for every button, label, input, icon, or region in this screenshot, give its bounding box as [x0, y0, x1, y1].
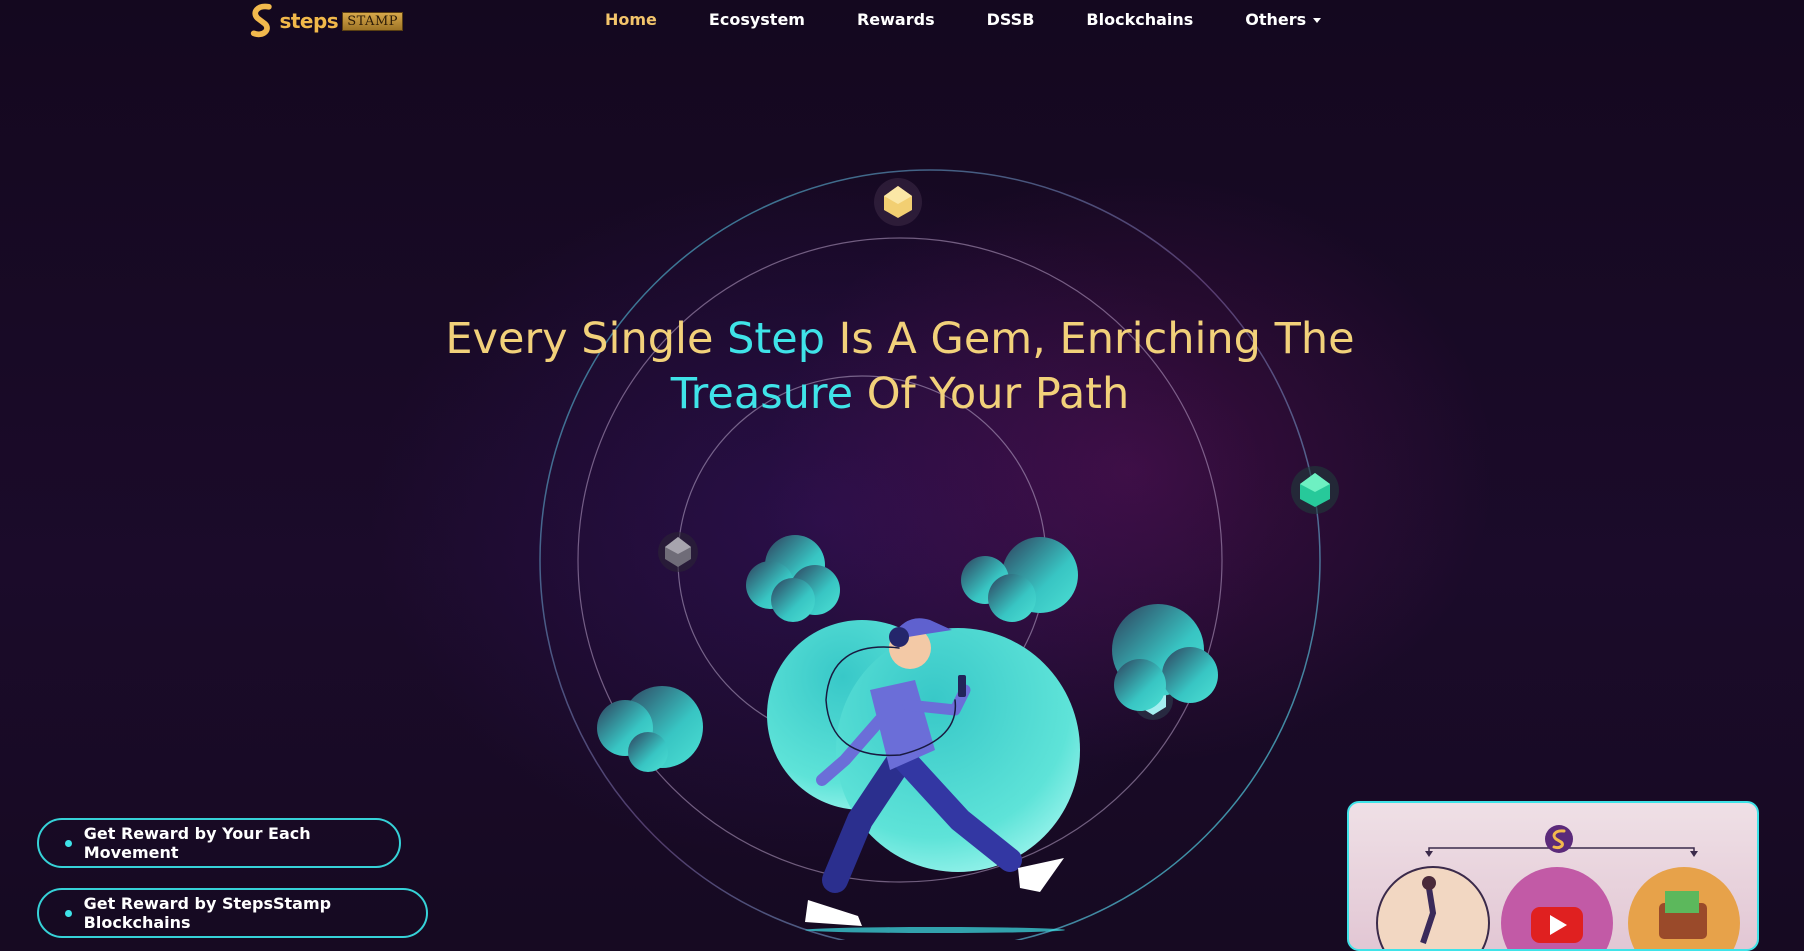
cloud-shape [597, 686, 703, 772]
nav-item-others-label: Others [1245, 10, 1307, 29]
brand-logo[interactable]: steps STAMP [248, 2, 403, 40]
gem-grey-icon [658, 532, 698, 572]
chevron-down-icon [1313, 18, 1322, 23]
brand-stamp: STAMP [342, 11, 403, 31]
cloud-shape [1112, 604, 1218, 711]
hero-illustration [539, 169, 1339, 940]
bullet-dot-icon [65, 839, 72, 847]
nav-item-ecosystem[interactable]: Ecosystem [709, 10, 805, 29]
hero-highlight-treasure: Treasure [670, 369, 854, 419]
nav-item-blockchains[interactable]: Blockchains [1086, 10, 1193, 29]
pill-label: Get Reward by StepsStamp Blockchains [83, 894, 332, 932]
teal-blob [836, 628, 1080, 872]
hero-text: Every Single [445, 314, 728, 364]
hero-headline-line1: Every Single Step Is A Gem, Enriching Th… [340, 312, 1460, 367]
cloud-shape [961, 537, 1078, 622]
hero-highlight-step: Step [727, 314, 826, 364]
hero-text: Of Your Path [853, 369, 1130, 419]
hero-headline-line2: Treasure Of Your Path [340, 367, 1460, 422]
main-menu: Home Ecosystem Rewards DSSB Blockchains … [580, 10, 1373, 29]
steps-logo-icon [250, 3, 272, 38]
nav-item-home[interactable]: Home [605, 10, 657, 29]
reward-movement-pill[interactable]: Get Reward by Your Each Movement [37, 818, 401, 868]
promo-video-thumbnail [1376, 825, 1740, 949]
brand-name: steps [279, 9, 339, 33]
bullet-dot-icon [65, 909, 72, 917]
pill-label: Get Reward by Your Each Movement [83, 824, 311, 862]
gem-green-icon [1291, 466, 1339, 514]
gem-gold-icon [874, 178, 922, 226]
youtube-play-icon [1531, 907, 1583, 943]
nav-item-dssb[interactable]: DSSB [987, 10, 1035, 29]
top-navbar: steps STAMP Home Ecosystem Rewards DSSB … [0, 0, 1804, 44]
hero-headline: Every Single Step Is A Gem, Enriching Th… [340, 312, 1460, 422]
reward-blockchain-pill[interactable]: Get Reward by StepsStamp Blockchains [37, 888, 428, 938]
nav-item-rewards[interactable]: Rewards [857, 10, 935, 29]
steps-logo-icon [1545, 825, 1573, 853]
hero-text: Is A Gem, Enriching The [825, 314, 1355, 364]
cloud-shape [746, 535, 840, 622]
promo-video-card[interactable] [1347, 801, 1759, 951]
nav-item-others[interactable]: Others [1245, 10, 1322, 29]
